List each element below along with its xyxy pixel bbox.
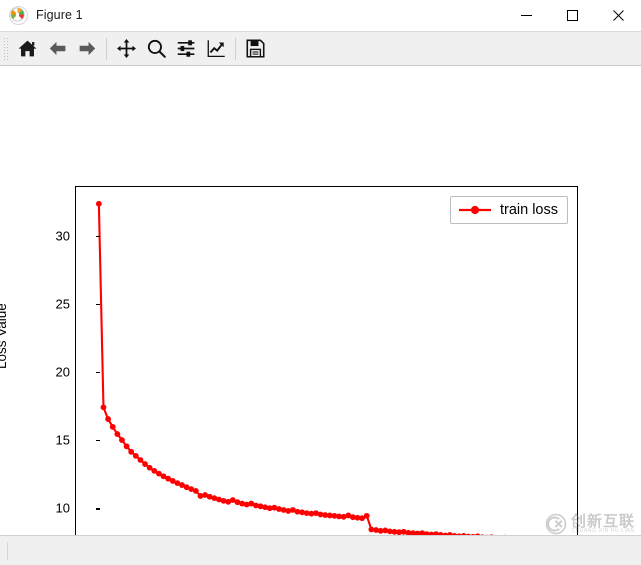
watermark: 创新互联 CHUANG XIN HU LIAN: [545, 513, 635, 535]
pan-move-icon[interactable]: [111, 35, 141, 63]
window-controls: [503, 0, 641, 30]
plot-axes: train loss: [75, 186, 578, 535]
series-line: [97, 203, 466, 535]
legend-sample-line: [458, 205, 491, 215]
data-point-marker: [142, 461, 148, 467]
forward-arrow-icon[interactable]: [72, 35, 102, 63]
zoom-magnifier-icon[interactable]: [141, 35, 171, 63]
data-point-marker: [363, 512, 370, 519]
close-button[interactable]: [595, 0, 641, 30]
data-point-marker: [128, 448, 135, 455]
toolbar-separator: [235, 37, 236, 60]
configure-subplots-icon[interactable]: [171, 35, 201, 63]
matplotlib-logo-icon: [9, 5, 28, 25]
y-tick-label: 10: [55, 500, 70, 516]
data-point-marker: [447, 532, 453, 535]
edit-axis-curve-icon[interactable]: [201, 35, 231, 63]
data-point-marker: [95, 200, 102, 207]
y-tick-mark: [96, 440, 100, 442]
data-point-marker: [105, 416, 111, 422]
data-point-marker: [465, 533, 471, 535]
matplotlib-figure: train loss 1015202530 020406080100 Epoch…: [0, 66, 641, 535]
title-bar: Figure 1: [0, 0, 641, 31]
figure-canvas[interactable]: train loss 1015202530 020406080100 Epoch…: [0, 66, 641, 535]
data-point-marker: [123, 443, 130, 450]
chart-legend[interactable]: train loss: [449, 196, 568, 224]
minimize-button[interactable]: [503, 0, 549, 30]
data-point-marker: [451, 532, 458, 535]
y-tick-mark: [96, 303, 100, 306]
data-point-marker: [192, 488, 199, 494]
window-title: Figure 1: [36, 8, 83, 22]
status-bar-grip: [7, 541, 13, 560]
back-arrow-icon[interactable]: [42, 35, 72, 63]
data-point-marker: [137, 457, 144, 463]
y-axis-tick-labels: 10 15 20 25 30: [26, 186, 100, 535]
data-point-marker: [119, 437, 125, 443]
status-bar: [0, 535, 641, 565]
data-point-marker: [489, 534, 494, 535]
data-point-marker: [132, 452, 139, 459]
home-icon[interactable]: [12, 35, 42, 63]
data-point-marker: [114, 431, 121, 437]
data-point-marker: [480, 534, 485, 535]
y-tick-label: 20: [55, 364, 70, 380]
y-axis-label: Loss Value: [0, 303, 9, 369]
y-tick-mark: [96, 235, 100, 238]
data-point-marker: [470, 533, 476, 535]
navigation-toolbar: [0, 31, 641, 66]
data-point-marker: [460, 532, 467, 535]
y-tick-mark: [96, 372, 100, 374]
figure-window: Figure 1 train loss 10 15 20 25 30 Loss …: [0, 0, 641, 565]
maximize-button[interactable]: [549, 0, 595, 30]
y-tick-label: 25: [55, 296, 70, 312]
legend-label-train-loss: train loss: [499, 202, 558, 218]
y-tick-mark: [96, 508, 100, 510]
watermark-chinese-text: 创新互联: [570, 512, 635, 530]
y-tick-label: 15: [55, 432, 70, 448]
train-loss-line-series: [95, 200, 507, 535]
data-point-marker: [475, 533, 481, 535]
watermark-logo-icon: [545, 513, 567, 535]
data-point-marker: [100, 404, 107, 411]
save-floppy-icon[interactable]: [240, 35, 270, 63]
data-point-marker: [109, 423, 116, 430]
y-tick-label: 30: [55, 228, 70, 244]
watermark-pinyin-text: CHUANG XIN HU LIAN: [571, 528, 635, 535]
toolbar-separator: [106, 37, 107, 60]
toolbar-grip[interactable]: [2, 35, 9, 62]
